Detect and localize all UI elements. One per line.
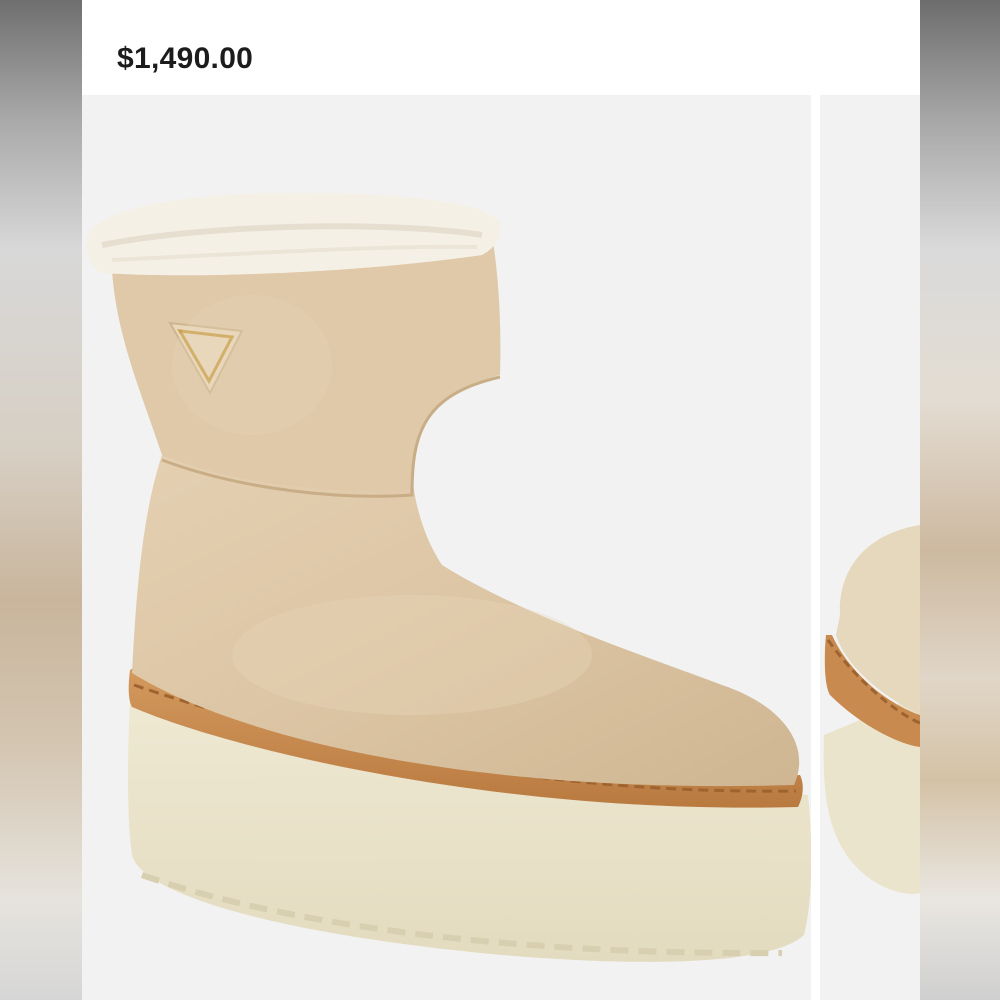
boot-photo-partial-icon <box>823 525 920 895</box>
product-image-next[interactable] <box>820 95 920 1000</box>
product-price: $1,490.00 <box>117 42 254 75</box>
screenshot-frame: $1,490.00 <box>0 0 1000 1000</box>
image-carousel[interactable] <box>82 95 920 1000</box>
blurred-background-left <box>0 0 82 1000</box>
boot-photo-icon <box>86 192 811 962</box>
product-card: $1,490.00 <box>82 0 920 1000</box>
blurred-background-right <box>920 0 1000 1000</box>
product-image-main[interactable] <box>82 95 811 1000</box>
